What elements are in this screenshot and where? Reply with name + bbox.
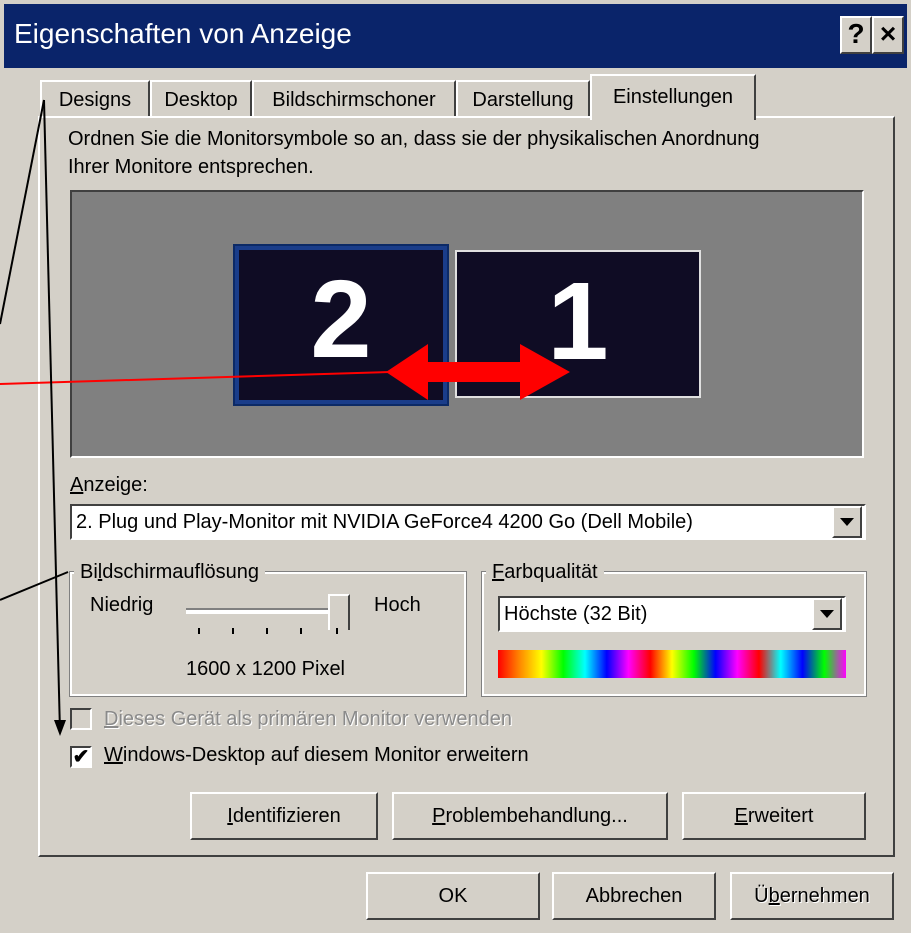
double-arrow-icon [386, 344, 570, 400]
tab-einstellungen[interactable]: Einstellungen [590, 74, 756, 120]
annotation-line-group [0, 571, 69, 601]
annotation-line-top [0, 99, 45, 325]
annotation-overlay [0, 99, 570, 736]
display-properties-dialog: Eigenschaften von Anzeige ? × Designs De… [0, 0, 911, 933]
annotation-line-down [43, 99, 61, 733]
annotation-line-red [0, 371, 391, 385]
arrowhead-icon [54, 720, 66, 736]
